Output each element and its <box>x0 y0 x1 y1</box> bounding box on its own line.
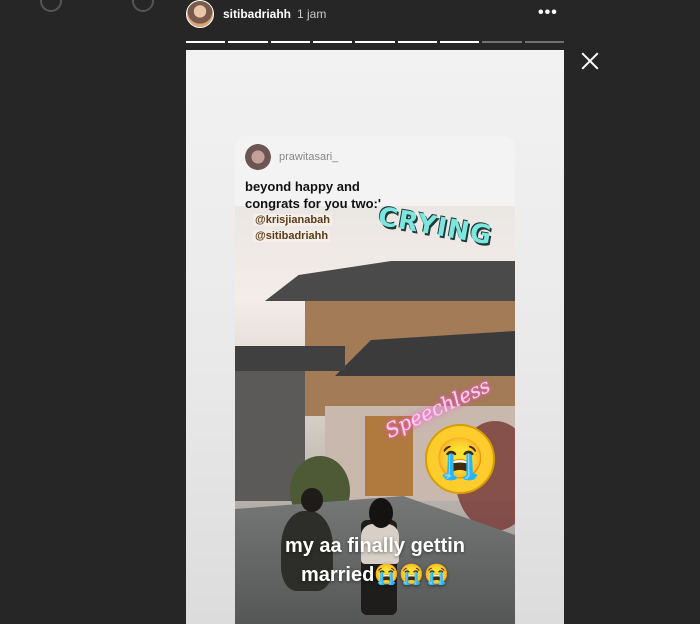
quote-line: beyond happy and <box>245 179 360 194</box>
quote-line: congrats for you two:' <box>245 196 381 211</box>
progress-segment <box>439 41 480 43</box>
poster-username[interactable]: prawitasari_ <box>279 151 338 163</box>
close-icon[interactable] <box>579 50 601 72</box>
reposted-story-card: prawitasari_ beyond happy and congrats f… <box>235 136 515 624</box>
progress-segment <box>186 41 226 43</box>
story-header: sitibadriahh 1 jam ••• <box>186 0 566 28</box>
progress-segment <box>397 41 437 43</box>
story-viewer[interactable]: prawitasari_ beyond happy and congrats f… <box>186 50 564 624</box>
avatar[interactable] <box>186 0 214 28</box>
progress-segment <box>228 41 268 43</box>
crying-emoji-icon: 😭 <box>425 424 495 494</box>
progress-segment <box>355 41 395 43</box>
repost-quote: beyond happy and congrats for you two:' <box>245 178 381 212</box>
more-options-icon[interactable]: ••• <box>538 4 558 22</box>
caption-line: married😭😭😭 <box>300 564 450 586</box>
caption-line: my aa finally gettin <box>284 535 466 557</box>
progress-segment <box>270 41 310 43</box>
mention-tag[interactable]: @sitibadriahh <box>253 230 331 242</box>
poster-avatar[interactable] <box>245 144 271 170</box>
mention-tag[interactable]: @krisjianabah <box>253 214 332 226</box>
progress-segment <box>524 41 564 43</box>
progress-segment <box>312 41 353 43</box>
story-progress-bar <box>186 41 564 43</box>
story-caption: my aa finally gettin married😭😭😭 <box>235 532 515 590</box>
progress-segment <box>482 41 522 43</box>
repost-author[interactable]: prawitasari_ <box>245 144 338 170</box>
post-time: 1 jam <box>297 7 327 21</box>
username[interactable]: sitibadriahh <box>223 7 291 21</box>
